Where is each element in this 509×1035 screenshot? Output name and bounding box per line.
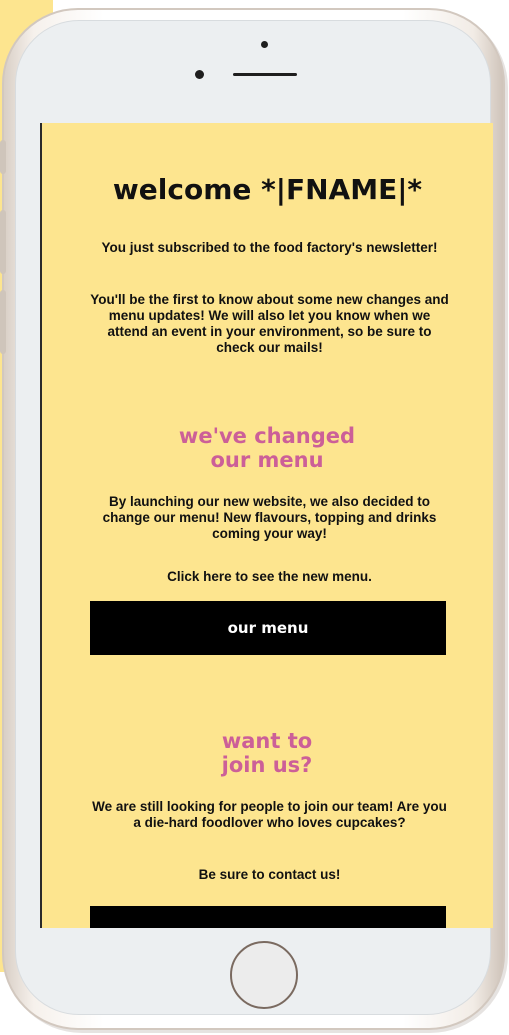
side-button-volume-down	[0, 290, 6, 354]
our-menu-button[interactable]: our menu	[90, 601, 446, 655]
side-button-volume-up	[0, 210, 6, 274]
contact-button[interactable]	[90, 906, 446, 928]
side-button-silent	[0, 140, 6, 174]
earpiece-speaker	[233, 73, 297, 76]
proximity-sensor	[261, 41, 268, 48]
phone-screen[interactable]: welcome *|FNAME|* You just subscribed to…	[40, 123, 493, 928]
home-button[interactable]	[230, 941, 298, 1009]
join-section-heading: want to join us?	[221, 729, 313, 777]
intro-line: You just subscribed to the food factory'…	[101, 240, 438, 255]
menu-section-body: By launching our new website, we also de…	[102, 494, 437, 541]
welcome-title: welcome *|FNAME|*	[112, 173, 423, 206]
front-camera	[195, 70, 204, 79]
join-section-body: We are still looking for people to join …	[92, 799, 447, 830]
intro-body: You'll be the first to know about some n…	[90, 292, 449, 355]
menu-cta-text: Click here to see the new menu.	[167, 569, 372, 584]
join-cta-text: Be sure to contact us!	[198, 867, 341, 882]
menu-section-heading: we've changed our menu	[178, 424, 356, 472]
